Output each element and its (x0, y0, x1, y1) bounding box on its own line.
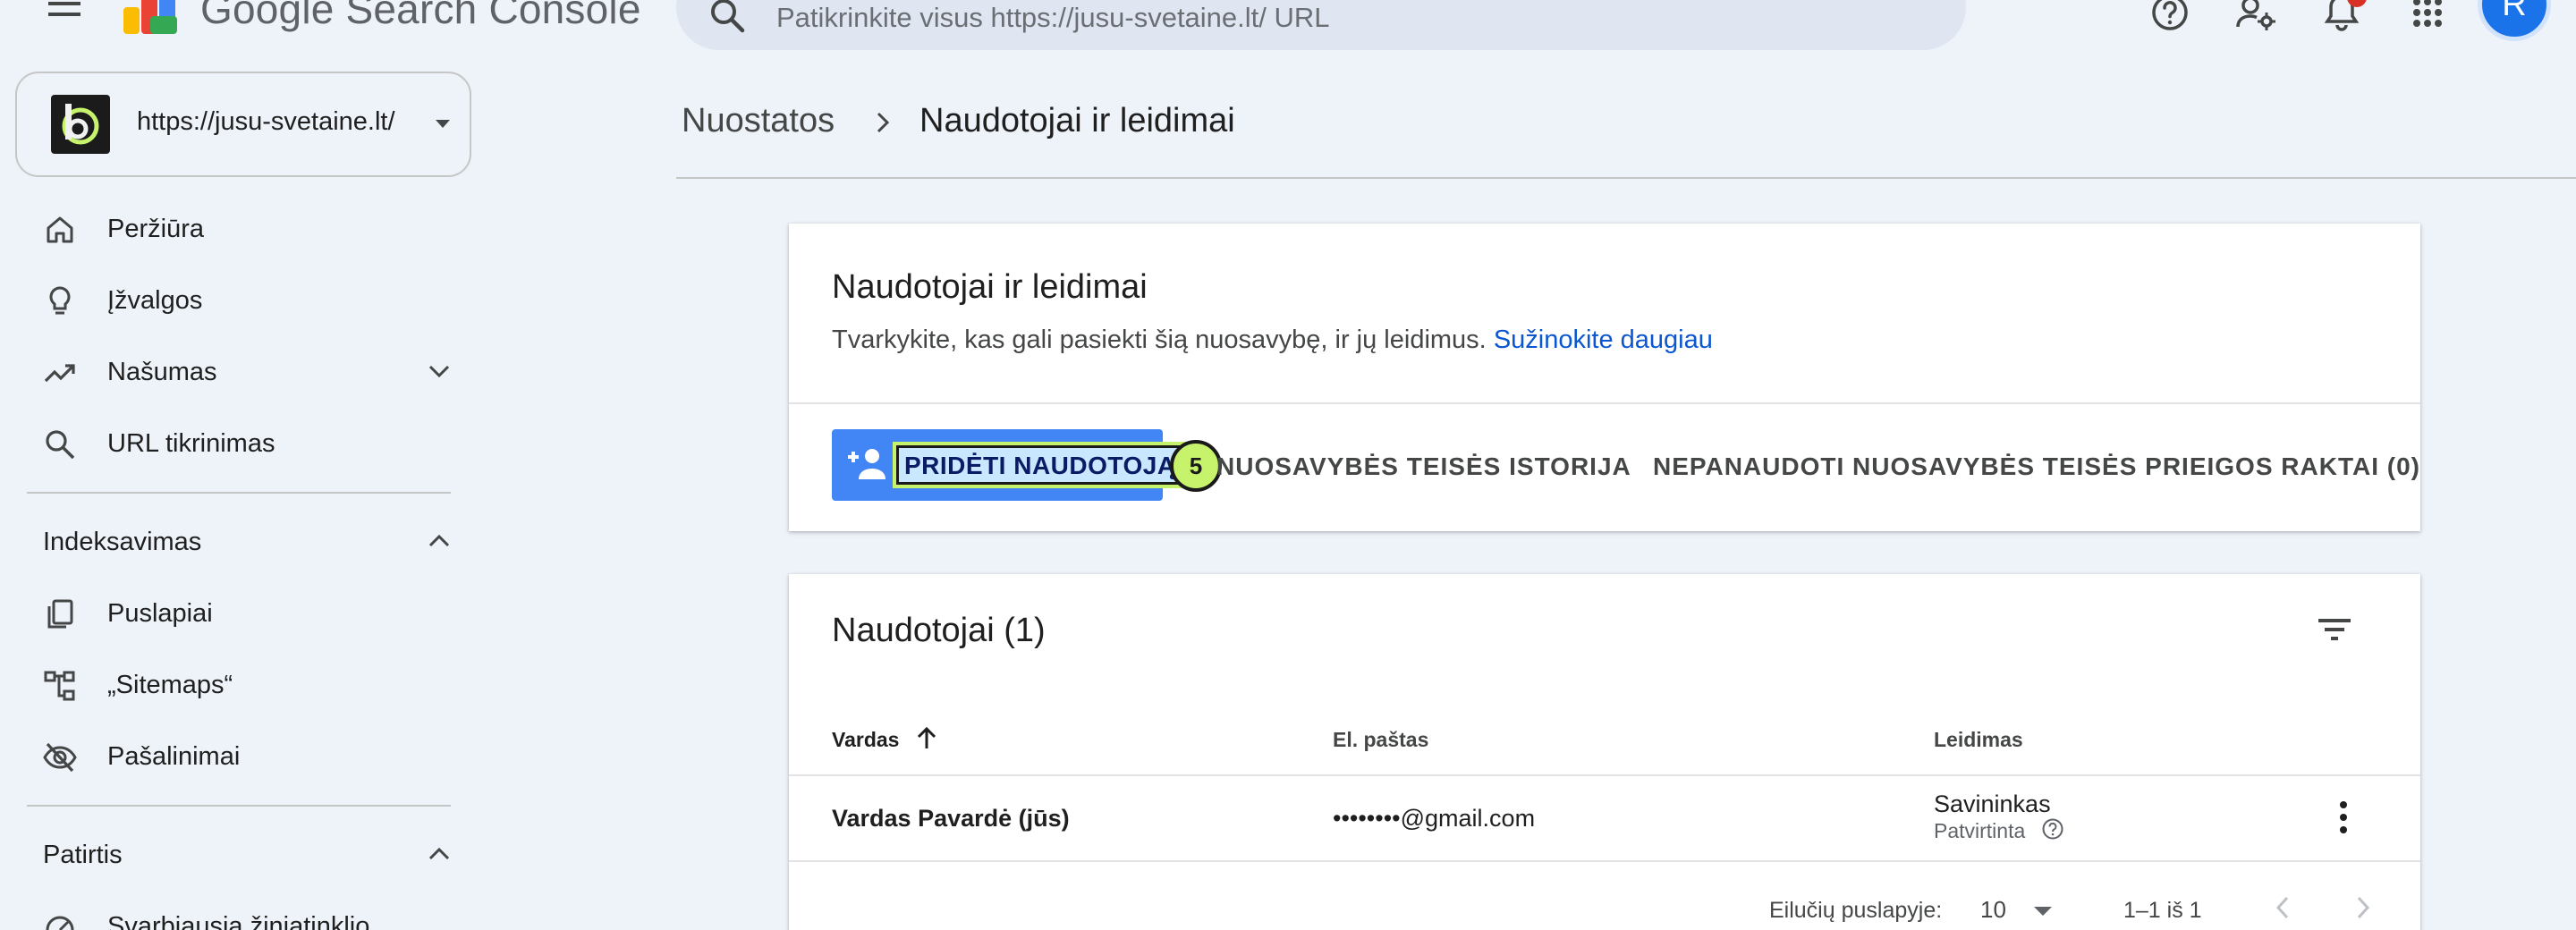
page-title: Naudotojai ir leidimai (919, 102, 1235, 140)
unused-ownership-tokens-button[interactable]: NEPANAUDOTI NUOSAVYBĖS TEISĖS PRIEIGOS R… (1653, 452, 2420, 481)
sitemap-icon (43, 669, 77, 703)
sidebar-section-label: Patirtis (43, 841, 123, 869)
sidebar-item-core-web-vitals[interactable]: Svarbiausia žiniatinklio (43, 900, 454, 930)
chevron-right-icon (873, 111, 893, 134)
sidebar-item-insights[interactable]: Įžvalgos (43, 274, 454, 327)
add-user-label: PRIDĖTI NAUDOTOJĄ (893, 442, 1188, 488)
chevron-left-icon[interactable] (2270, 894, 2297, 921)
description-text: Tvarkykite, kas gali pasiekti šią nuosav… (832, 326, 1487, 354)
sidebar-section-experience[interactable]: Patirtis (43, 828, 454, 882)
sidebar-item-label: Puslapiai (107, 599, 213, 628)
gauge-icon (43, 910, 77, 930)
app-title: Google Search Console (200, 0, 641, 32)
card-description: Tvarkykite, kas gali pasiekti šią nuosav… (832, 326, 1713, 355)
property-logo-icon (51, 95, 110, 154)
search-console-logo-icon (118, 0, 181, 36)
apps-icon[interactable] (2406, 0, 2449, 34)
sidebar-divider (27, 492, 451, 494)
users-card: Naudotojai (1) Vardas El. paštas Leidima… (789, 574, 2420, 930)
user-email: ••••••••@gmail.com (1333, 805, 1536, 832)
search-icon (43, 427, 77, 461)
lightbulb-icon (43, 284, 77, 318)
menu-icon[interactable] (43, 0, 86, 25)
sidebar-item-performance[interactable]: Našumas (43, 345, 454, 399)
sidebar-item-label: „Sitemaps“ (107, 671, 233, 699)
breadcrumb-settings-link[interactable]: Nuostatos (682, 102, 835, 140)
users-card-title: Naudotojai (1) (832, 612, 1046, 649)
search-input[interactable] (776, 0, 1939, 36)
header-divider (676, 177, 2576, 179)
trending-up-icon (43, 356, 77, 390)
property-selector[interactable]: https://jusu-svetaine.lt/ (15, 72, 471, 177)
step-badge: 5 (1170, 440, 1222, 492)
chevron-up-icon (428, 533, 451, 549)
home-icon (43, 213, 77, 247)
sidebar-item-url-inspection[interactable]: URL tikrinimas (43, 417, 454, 470)
ownership-history-button[interactable]: NUOSAVYBĖS TEISĖS ISTORIJA (1216, 452, 1631, 481)
more-vert-icon[interactable] (2327, 798, 2360, 837)
sidebar-item-overview[interactable]: Peržiūra (43, 202, 454, 256)
chevron-down-icon (428, 363, 451, 379)
manage-users-icon[interactable] (2234, 0, 2277, 34)
help-icon[interactable] (2041, 817, 2064, 841)
user-name: Vardas Pavardė (jūs) (832, 805, 1070, 832)
pages-icon (43, 597, 77, 631)
card-title: Naudotojai ir leidimai (832, 268, 1148, 306)
add-user-button[interactable]: PRIDĖTI NAUDOTOJĄ (832, 429, 1188, 501)
pagination-range: 1–1 iš 1 (2123, 898, 2202, 923)
property-url: https://jusu-svetaine.lt/ (137, 107, 395, 136)
sidebar-item-label: Svarbiausia žiniatinklio (107, 912, 370, 930)
sidebar-section-label: Indeksavimas (43, 528, 202, 556)
url-inspection-search[interactable] (676, 0, 1966, 50)
rows-per-page-label: Eilučių puslapyje: (1769, 898, 1943, 923)
sidebar-item-label: Peržiūra (107, 215, 204, 243)
sidebar-item-label: Našumas (107, 358, 217, 386)
table-row-divider (789, 860, 2420, 862)
sidebar-item-pages[interactable]: Puslapiai (43, 587, 454, 640)
caret-down-icon (434, 118, 452, 131)
sidebar-divider (27, 805, 451, 807)
learn-more-link[interactable]: Sužinokite daugiau (1494, 326, 1713, 354)
user-status: Patvirtinta (1934, 819, 2026, 842)
account-avatar[interactable]: R (2478, 0, 2551, 41)
user-permission: Savininkas (1934, 790, 2051, 817)
visibility-off-icon (43, 740, 77, 774)
chevron-up-icon (428, 846, 451, 862)
column-header-name[interactable]: Vardas (832, 728, 899, 752)
sidebar-item-label: URL tikrinimas (107, 429, 275, 458)
column-header-email: El. paštas (1333, 728, 1429, 751)
column-header-permission: Leidimas (1934, 728, 2023, 751)
sidebar-item-removals[interactable]: Pašalinimai (43, 730, 454, 783)
help-icon[interactable] (2148, 0, 2191, 34)
chevron-right-icon[interactable] (2349, 894, 2376, 921)
rows-per-page-select[interactable]: 10 (1980, 896, 2006, 924)
card-divider (789, 402, 2420, 404)
sidebar-item-sitemaps[interactable]: „Sitemaps“ (43, 658, 454, 712)
search-icon[interactable] (707, 0, 748, 36)
arrow-up-icon[interactable] (912, 724, 941, 753)
top-app-bar: Google Search Console R (0, 0, 2576, 57)
person-add-icon (846, 445, 887, 483)
filter-icon[interactable] (2315, 610, 2354, 649)
caret-down-icon[interactable] (2032, 905, 2054, 917)
permissions-card: Naudotojai ir leidimai Tvarkykite, kas g… (789, 224, 2420, 531)
table-header-divider (789, 774, 2420, 776)
sidebar-item-label: Įžvalgos (107, 286, 203, 315)
sidebar-item-label: Pašalinimai (107, 742, 241, 771)
sidebar-section-indexing[interactable]: Indeksavimas (43, 515, 454, 569)
